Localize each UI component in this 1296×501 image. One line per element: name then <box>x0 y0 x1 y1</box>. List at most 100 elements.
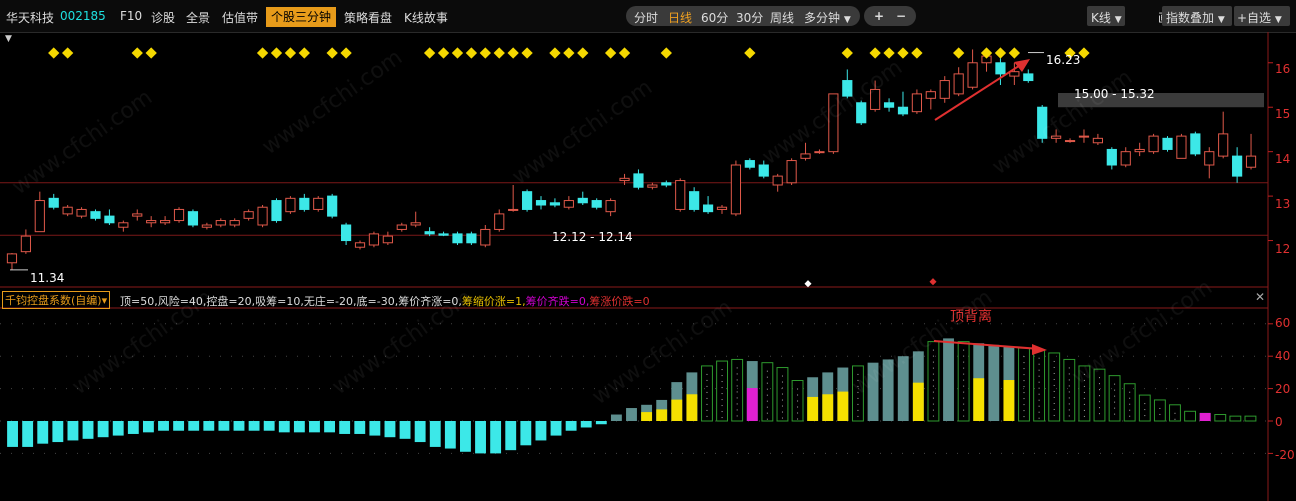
candle-body <box>494 213 505 230</box>
candle-body <box>772 175 783 186</box>
candle-body <box>6 253 18 264</box>
candle-body <box>730 164 742 215</box>
indicator-bar <box>1063 358 1076 422</box>
indicator-bar-dot <box>857 373 859 375</box>
indicator-bar-highlight <box>1003 380 1015 421</box>
indicator-bar <box>188 421 200 431</box>
indicator-bar-dot <box>721 375 723 377</box>
signal-diamond <box>270 47 283 59</box>
indicator-bar-dot <box>706 373 708 375</box>
indicator-bar-dot <box>1023 410 1025 412</box>
indicator-bar-dot <box>1129 391 1131 393</box>
indicator-bar-dot <box>1023 362 1025 364</box>
indicator-bar-dot <box>1038 411 1040 413</box>
candle-body <box>34 200 45 233</box>
indicator-bar-dot <box>963 361 965 363</box>
candle-body <box>563 200 574 208</box>
signal-diamond <box>549 47 561 59</box>
candle-body <box>508 208 519 211</box>
indicator-bar-dot <box>736 367 738 369</box>
indicator-bar <box>626 408 637 421</box>
indicator-bar <box>1018 347 1030 422</box>
indicator-bar-dot <box>766 394 768 396</box>
signal-diamond <box>61 47 74 59</box>
indicator-selector[interactable]: 千钧控盘系数(自编)▾ <box>2 291 111 309</box>
indicator-bar-dot <box>857 415 859 417</box>
indicator-bar-dot <box>736 373 738 375</box>
candle-body <box>285 197 296 213</box>
indicator-bar <box>384 421 396 438</box>
candle-body <box>800 153 811 159</box>
indicator-bar <box>339 421 351 434</box>
signal-diamond <box>479 47 491 59</box>
indicator-bar <box>293 421 305 433</box>
indicator-bar-dot <box>963 391 965 393</box>
candle-body <box>215 220 226 226</box>
indicator-bar <box>490 421 502 454</box>
candle-body <box>1078 135 1090 138</box>
candle-body <box>201 224 212 228</box>
indicator-bar-dot <box>1129 397 1131 399</box>
close-icon[interactable]: ✕ <box>1255 290 1265 304</box>
indicator-bar <box>1214 414 1227 422</box>
indicator-bar <box>1048 352 1061 422</box>
indicator-bar-dot <box>766 376 768 378</box>
indicator-bar <box>867 362 879 421</box>
indicator-bar-dot <box>1114 389 1116 391</box>
indicator-bar-dot <box>857 409 859 411</box>
trend-arrow-head <box>1014 59 1030 72</box>
candle-body <box>828 93 839 153</box>
indicator-bar-dot <box>721 417 723 419</box>
signal-diamond <box>883 47 895 59</box>
candle-body <box>1106 148 1117 166</box>
indicator-bar-dot <box>1023 380 1025 382</box>
candle-body <box>995 62 1006 75</box>
range-bottom-label: 12.12 - 12.14 <box>552 230 633 244</box>
signal-diamond <box>841 47 853 59</box>
indicator-bar-dot <box>1068 397 1070 399</box>
indicator-bar-dot <box>932 385 934 387</box>
candle-body <box>1023 73 1034 82</box>
indicator-bar <box>158 421 169 431</box>
signal-diamond <box>451 47 464 59</box>
indicator-bar <box>565 421 577 431</box>
indicator-bar-dot <box>932 403 934 405</box>
indicator-bar-dot <box>1038 405 1040 407</box>
indicator-param-main: 顶=50,风险=40,控盘=20,吸筹=10,无庄=-20,底=-30,筹价齐涨… <box>120 295 462 308</box>
indicator-bar-dot <box>781 387 783 389</box>
indicator-bar-highlight <box>912 382 924 421</box>
indicator-bar-dot <box>857 403 859 405</box>
indicator-bar <box>369 421 381 436</box>
indicator-bar-dot <box>963 403 965 405</box>
indicator-bar <box>142 421 154 433</box>
candle-body <box>1218 133 1229 157</box>
kline-chart[interactable] <box>0 0 1296 501</box>
indicator-bar-dot <box>1023 416 1025 418</box>
indicator-bar-dot <box>766 382 768 384</box>
signal-diamond <box>744 47 756 59</box>
indicator-bar-dot <box>1144 403 1146 405</box>
indicator-bar <box>1033 349 1046 422</box>
indicator-bar-dot <box>1083 415 1085 417</box>
high-price-label: 16.23 <box>1046 53 1081 67</box>
indicator-bar <box>203 421 215 431</box>
indicator-bar <box>278 421 290 433</box>
indicator-bar-dot <box>1098 401 1100 403</box>
indicator-bar-dot <box>736 391 738 393</box>
indicator-bar-dot <box>1068 403 1070 405</box>
indicator-bar-dot <box>706 409 708 411</box>
candle-body <box>1009 71 1020 77</box>
candle-body <box>396 224 407 230</box>
indicator-bar <box>22 421 34 447</box>
indicator-bar <box>324 421 336 433</box>
signal-diamond <box>897 47 909 59</box>
indicator-bar-dot <box>1023 356 1025 358</box>
indicator-bar-dot <box>1038 369 1040 371</box>
candle-body <box>1232 155 1243 177</box>
indicator-bar-dot <box>797 418 799 420</box>
indicator-bar-dot <box>1114 413 1116 415</box>
price-tick-16: 16 <box>1275 62 1291 76</box>
signal-diamond <box>660 47 672 59</box>
indicator-bar-dot <box>963 355 965 357</box>
indicator-bar <box>1153 399 1166 422</box>
